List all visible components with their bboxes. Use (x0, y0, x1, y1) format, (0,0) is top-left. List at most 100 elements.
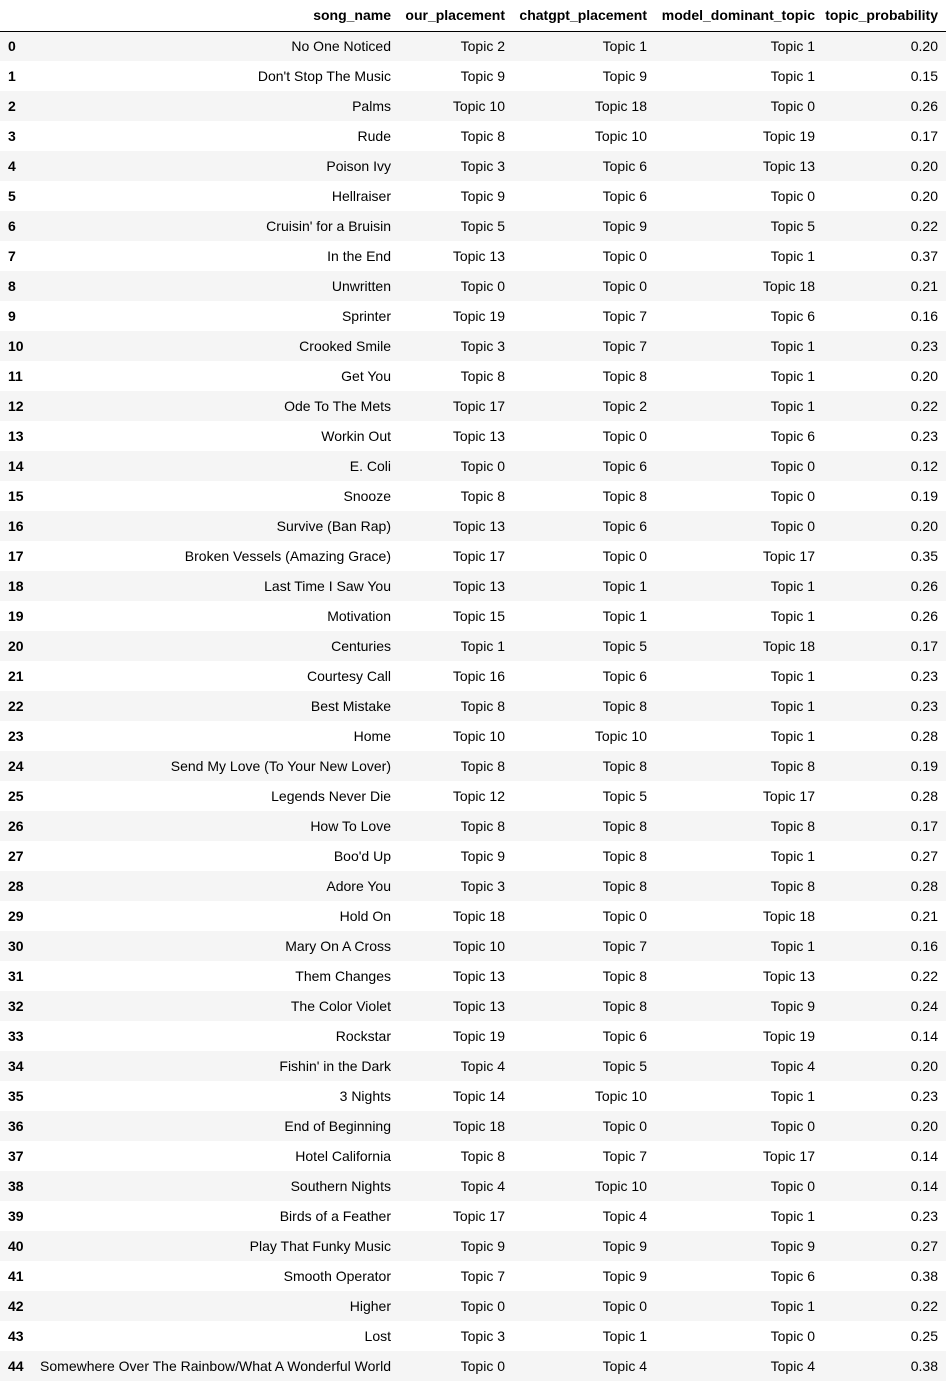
table-row: 36 End of Beginning Topic 18 Topic 0 Topic 0… (0, 1111, 946, 1141)
cell-our-placement: Topic 18 (452, 908, 505, 924)
row-index: 28 (8, 878, 24, 894)
cell-model-dominant-topic: Topic 0 (770, 1118, 815, 1134)
header-row: song_name our_placement chatgpt_placemen… (0, 0, 946, 32)
cell-song-name: Hellraiser (331, 188, 391, 204)
cell-model-dominant-topic: Topic 6 (770, 1268, 815, 1284)
cell-model-dominant-topic: Topic 9 (770, 1238, 815, 1254)
cell-song-name: Snooze (343, 488, 391, 504)
table-row: 10 Crooked Smile Topic 3 Topic 7 Topic 1 0.23 (0, 331, 946, 361)
row-index: 18 (8, 578, 24, 594)
cell-chatgpt-placement: Topic 8 (602, 698, 647, 714)
cell-our-placement: Topic 0 (460, 458, 505, 474)
cell-our-placement: Topic 3 (460, 1328, 505, 1344)
cell-song-name: Ode To The Mets (284, 398, 391, 414)
cell-our-placement: Topic 10 (452, 98, 505, 114)
cell-topic-probability: 0.16 (910, 938, 938, 954)
cell-chatgpt-placement: Topic 6 (602, 518, 647, 534)
cell-chatgpt-placement: Topic 8 (602, 968, 647, 984)
row-index: 40 (8, 1238, 24, 1254)
cell-song-name: How To Love (310, 818, 391, 834)
cell-topic-probability: 0.20 (910, 38, 938, 55)
cell-topic-probability: 0.21 (910, 908, 938, 924)
cell-topic-probability: 0.17 (910, 638, 938, 654)
cell-song-name: Hold On (339, 908, 391, 924)
cell-model-dominant-topic: Topic 1 (770, 248, 815, 264)
cell-song-name: In the End (327, 248, 391, 264)
cell-model-dominant-topic: Topic 1 (770, 1298, 815, 1314)
cell-chatgpt-placement: Topic 0 (602, 548, 647, 564)
table-row: 0 No One Noticed Topic 2 Topic 1 Topic 1 0.20 (0, 31, 946, 61)
row-index: 8 (8, 278, 16, 294)
cell-topic-probability: 0.15 (910, 68, 938, 84)
cell-model-dominant-topic: Topic 18 (762, 908, 815, 924)
cell-chatgpt-placement: Topic 8 (602, 848, 647, 864)
cell-topic-probability: 0.17 (910, 128, 938, 144)
cell-song-name: Survive (Ban Rap) (276, 518, 391, 534)
table-row: 3 Rude Topic 8 Topic 10 Topic 19 0.17 (0, 121, 946, 151)
cell-chatgpt-placement: Topic 5 (602, 788, 647, 804)
cell-song-name: Fishin' in the Dark (279, 1058, 391, 1074)
cell-chatgpt-placement: Topic 10 (594, 728, 647, 744)
cell-our-placement: Topic 0 (460, 1298, 505, 1314)
cell-chatgpt-placement: Topic 0 (602, 248, 647, 264)
cell-our-placement: Topic 5 (460, 218, 505, 234)
table-row: 2 Palms Topic 10 Topic 18 Topic 0 0.26 (0, 91, 946, 121)
cell-song-name: Smooth Operator (283, 1268, 391, 1284)
row-index: 17 (8, 548, 24, 564)
cell-our-placement: Topic 7 (460, 1268, 505, 1284)
cell-model-dominant-topic: Topic 13 (762, 968, 815, 984)
cell-topic-probability: 0.35 (910, 548, 938, 564)
row-index: 41 (8, 1268, 24, 1284)
cell-model-dominant-topic: Topic 17 (762, 548, 815, 564)
table-row: 25 Legends Never Die Topic 12 Topic 5 Topic … (0, 781, 946, 811)
cell-chatgpt-placement: Topic 1 (602, 1328, 647, 1344)
cell-chatgpt-placement: Topic 6 (602, 188, 647, 204)
cell-chatgpt-placement: Topic 4 (602, 1358, 647, 1374)
cell-song-name: Mary On A Cross (285, 938, 391, 954)
cell-our-placement: Topic 13 (452, 248, 505, 264)
table-row: 4 Poison Ivy Topic 3 Topic 6 Topic 13 0.20 (0, 151, 946, 181)
table-row: 42 Higher Topic 0 Topic 0 Topic 1 0.22 (0, 1291, 946, 1321)
cell-chatgpt-placement: Topic 0 (602, 278, 647, 294)
cell-chatgpt-placement: Topic 5 (602, 638, 647, 654)
table-row: 31 Them Changes Topic 13 Topic 8 Topic 13 0.2… (0, 961, 946, 991)
table-row: 26 How To Love Topic 8 Topic 8 Topic 8 0.17 (0, 811, 946, 841)
cell-chatgpt-placement: Topic 2 (602, 398, 647, 414)
table-row: 33 Rockstar Topic 19 Topic 6 Topic 19 0.14 (0, 1021, 946, 1051)
cell-model-dominant-topic: Topic 6 (770, 308, 815, 324)
cell-our-placement: Topic 4 (460, 1178, 505, 1194)
cell-chatgpt-placement: Topic 7 (602, 938, 647, 954)
cell-our-placement: Topic 8 (460, 488, 505, 504)
cell-our-placement: Topic 3 (460, 338, 505, 354)
cell-topic-probability: 0.37 (910, 248, 938, 264)
cell-our-placement: Topic 17 (452, 1208, 505, 1224)
table-row: 43 Lost Topic 3 Topic 1 Topic 0 0.25 (0, 1321, 946, 1351)
cell-our-placement: Topic 2 (460, 38, 505, 55)
header-our-placement: our_placement (399, 0, 513, 32)
cell-our-placement: Topic 9 (460, 188, 505, 204)
cell-model-dominant-topic: Topic 1 (770, 398, 815, 414)
cell-chatgpt-placement: Topic 6 (602, 458, 647, 474)
table-row: 22 Best Mistake Topic 8 Topic 8 Topic 1 0.23 (0, 691, 946, 721)
cell-topic-probability: 0.23 (910, 1088, 938, 1104)
cell-song-name: Boo'd Up (333, 848, 391, 864)
cell-model-dominant-topic: Topic 1 (770, 848, 815, 864)
table-row: 11 Get You Topic 8 Topic 8 Topic 1 0.20 (0, 361, 946, 391)
cell-our-placement: Topic 8 (460, 758, 505, 774)
table-row: 23 Home Topic 10 Topic 10 Topic 1 0.28 (0, 721, 946, 751)
cell-model-dominant-topic: Topic 0 (770, 488, 815, 504)
cell-song-name: Southern Nights (290, 1178, 391, 1194)
table-row: 13 Workin Out Topic 13 Topic 0 Topic 6 0.23 (0, 421, 946, 451)
cell-chatgpt-placement: Topic 1 (602, 578, 647, 594)
cell-topic-probability: 0.20 (910, 188, 938, 204)
cell-topic-probability: 0.23 (910, 338, 938, 354)
cell-chatgpt-placement: Topic 4 (602, 1208, 647, 1224)
row-index: 5 (8, 188, 16, 204)
cell-topic-probability: 0.20 (910, 368, 938, 384)
cell-model-dominant-topic: Topic 0 (770, 1178, 815, 1194)
table-row: 32 The Color Violet Topic 13 Topic 8 Topic 9… (0, 991, 946, 1021)
table-header: song_name our_placement chatgpt_placemen… (0, 0, 946, 32)
cell-our-placement: Topic 13 (452, 428, 505, 444)
cell-model-dominant-topic: Topic 1 (770, 728, 815, 744)
cell-chatgpt-placement: Topic 0 (602, 908, 647, 924)
